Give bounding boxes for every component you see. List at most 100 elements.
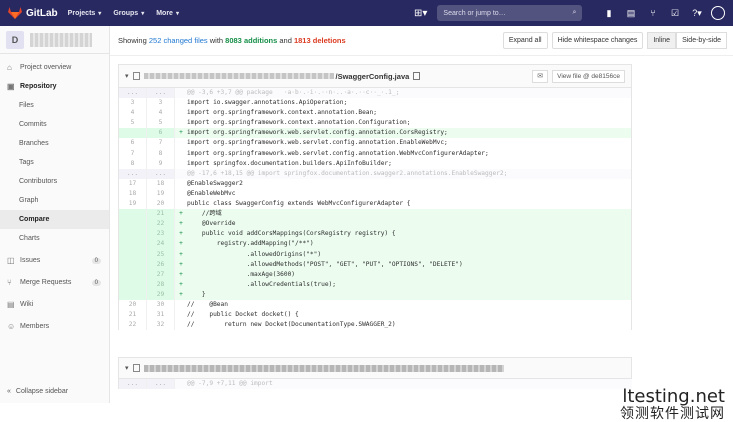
new-line-number[interactable]: 9: [147, 158, 175, 169]
new-line-number[interactable]: 28: [147, 279, 175, 290]
old-line-number[interactable]: 22: [119, 320, 147, 331]
context-line: 3 3 import io.swagger.annotations.ApiOpera…: [119, 98, 631, 109]
old-line-number[interactable]: 6: [119, 138, 147, 149]
new-line-number[interactable]: 26: [147, 259, 175, 270]
new-line-number[interactable]: 29: [147, 289, 175, 300]
sidebar-item-commits[interactable]: Commits: [0, 115, 109, 134]
file-path[interactable]: /SwaggerConfig.java: [336, 72, 410, 81]
old-line-number[interactable]: 7: [119, 148, 147, 159]
project-header[interactable]: D: [0, 26, 109, 54]
new-line-number[interactable]: 6: [147, 128, 175, 139]
code-text: // @Bean: [187, 300, 228, 308]
new-line-number[interactable]: 22: [147, 219, 175, 230]
expand-all-button[interactable]: Expand all: [502, 32, 548, 49]
old-line-number[interactable]: [119, 209, 147, 220]
old-line-number[interactable]: [119, 279, 147, 290]
sidebar-item-members[interactable]: ☺ Members: [0, 317, 109, 336]
view-file-button[interactable]: View file @ de8156ce: [552, 69, 625, 83]
diff-file: ▾ /SwaggerConfig.java ✉ View file @ de81…: [118, 64, 632, 331]
sidebar-item-tags[interactable]: Tags: [0, 153, 109, 172]
old-line-number[interactable]: [119, 128, 147, 139]
new-line-number[interactable]: 21: [147, 209, 175, 220]
new-line-number[interactable]: 8: [147, 148, 175, 159]
inline-view-button[interactable]: Inline: [647, 32, 677, 49]
collapse-file-chevron-icon[interactable]: ▾: [125, 364, 129, 372]
collapse-sidebar-button[interactable]: «Collapse sidebar: [7, 388, 68, 395]
new-line-number[interactable]: 3: [147, 98, 175, 109]
old-line-number[interactable]: 5: [119, 118, 147, 129]
issues-icon[interactable]: ▤: [623, 5, 639, 21]
old-line-number[interactable]: ...: [119, 168, 147, 179]
old-line-number[interactable]: [119, 219, 147, 230]
added-line: 28 + .allowCredentials(true);: [119, 279, 631, 290]
changed-files-link[interactable]: 252 changed files: [149, 36, 208, 45]
old-line-number[interactable]: [119, 289, 147, 300]
old-line-number[interactable]: [119, 229, 147, 240]
code-text: //跨域: [187, 210, 222, 218]
code-text: @@ -17,6 +18,15 @@ import springfox.docu…: [187, 169, 508, 177]
issues-count-badge: 0: [91, 257, 101, 264]
new-line-number[interactable]: 25: [147, 249, 175, 260]
sidebar-item-branches[interactable]: Branches: [0, 134, 109, 153]
old-line-number[interactable]: 17: [119, 178, 147, 189]
old-line-number[interactable]: 18: [119, 188, 147, 200]
new-line-number[interactable]: 20: [147, 199, 175, 210]
new-line-number[interactable]: 31: [147, 310, 175, 321]
new-item-plus-icon[interactable]: ⊞▾: [414, 8, 427, 19]
new-line-number[interactable]: 19: [147, 188, 175, 200]
old-line-number[interactable]: [119, 249, 147, 260]
diff-sign: [175, 118, 187, 128]
sidebar-item-merge-requests[interactable]: ⑂ Merge Requests 0: [0, 273, 109, 292]
help-icon[interactable]: ?▾: [689, 5, 705, 21]
sidebar-item-files[interactable]: Files: [0, 96, 109, 115]
sidebar-item-project-overview[interactable]: ⌂ Project overview: [0, 58, 109, 77]
new-line-number[interactable]: 32: [147, 320, 175, 331]
new-line-number[interactable]: 7: [147, 138, 175, 149]
nav-more[interactable]: More ▾: [156, 10, 179, 17]
sidebar-item-issues[interactable]: ◫ Issues 0: [0, 251, 109, 270]
diff-sign: [175, 169, 187, 179]
diff-sign: [175, 108, 187, 118]
old-line-number[interactable]: 21: [119, 310, 147, 321]
sidebar-item-graph[interactable]: Graph: [0, 191, 109, 210]
todo-list-icon[interactable]: ▮: [601, 5, 617, 21]
nav-projects[interactable]: Projects ▾: [68, 10, 102, 17]
new-line-number[interactable]: 23: [147, 229, 175, 240]
search-input[interactable]: Search or jump to… ⌕: [437, 5, 583, 21]
old-line-number[interactable]: 20: [119, 299, 147, 311]
old-line-number[interactable]: [119, 239, 147, 250]
context-line: 21 31 // public Docket docket() {: [119, 310, 631, 321]
old-line-number[interactable]: 3: [119, 98, 147, 109]
sidebar-item-compare[interactable]: Compare: [0, 210, 109, 229]
added-line: 25 + .allowedOrigins("*"): [119, 249, 631, 260]
side-by-side-view-button[interactable]: Side-by-side: [676, 32, 727, 49]
nav-groups[interactable]: Groups ▾: [113, 10, 144, 17]
old-line-number[interactable]: 19: [119, 199, 147, 210]
old-line-number[interactable]: [119, 269, 147, 280]
diff-sign: [175, 138, 187, 148]
new-line-number[interactable]: ...: [147, 88, 175, 99]
todos-check-icon[interactable]: ☑: [667, 5, 683, 21]
new-line-number[interactable]: 5: [147, 118, 175, 129]
gitlab-brand[interactable]: GitLab: [8, 7, 68, 19]
merge-request-icon[interactable]: ⑂: [645, 5, 661, 21]
old-line-number[interactable]: [119, 259, 147, 270]
new-line-number[interactable]: ...: [147, 168, 175, 179]
sidebar-item-wiki[interactable]: ▤ Wiki: [0, 295, 109, 314]
sidebar-item-repository[interactable]: ▣ Repository: [0, 77, 109, 96]
old-line-number[interactable]: 8: [119, 158, 147, 169]
sidebar-item-contributors[interactable]: Contributors: [0, 172, 109, 191]
new-line-number[interactable]: 30: [147, 299, 175, 311]
new-line-number[interactable]: 24: [147, 239, 175, 250]
hide-whitespace-button[interactable]: Hide whitespace changes: [551, 32, 644, 49]
old-line-number[interactable]: ...: [119, 88, 147, 99]
copy-path-icon[interactable]: [413, 72, 421, 80]
old-line-number[interactable]: 4: [119, 108, 147, 119]
user-avatar-icon[interactable]: [711, 6, 725, 20]
new-line-number[interactable]: 4: [147, 108, 175, 119]
collapse-file-chevron-icon[interactable]: ▾: [125, 72, 129, 80]
new-line-number[interactable]: 18: [147, 178, 175, 189]
sidebar-item-charts[interactable]: Charts: [0, 229, 109, 248]
new-line-number[interactable]: 27: [147, 269, 175, 280]
toggle-comments-button[interactable]: ✉: [532, 69, 549, 83]
